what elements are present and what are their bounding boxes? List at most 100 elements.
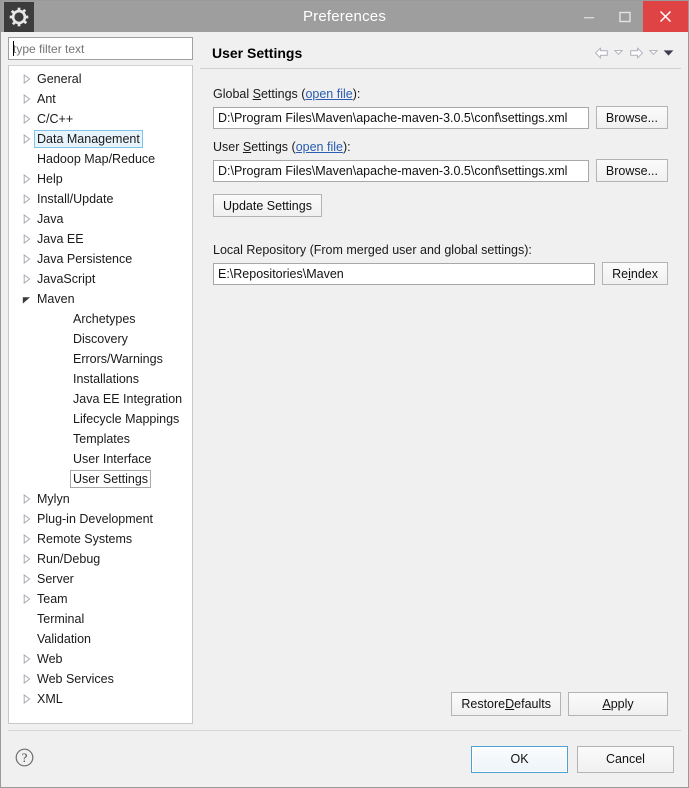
local-repository-input[interactable] [213, 262, 596, 285]
dialog-split: General Ant C/C++ Data Management Hadoop Map… [8, 37, 681, 724]
tree-collapsed-triangle-icon[interactable] [18, 674, 34, 684]
window-controls [571, 1, 688, 32]
tree-collapsed-triangle-icon[interactable] [18, 74, 34, 84]
tree-item-hadoop-map-reduce[interactable]: Hadoop Map/Reduce [9, 149, 192, 169]
page-nav-icons [592, 44, 681, 62]
tree-item-java-ee[interactable]: Java EE [9, 229, 192, 249]
forward-dropdown-chevron-down-icon[interactable] [647, 44, 660, 62]
tree-expanded-triangle-icon[interactable] [18, 295, 34, 304]
user-settings-label-suffix: : [347, 140, 351, 154]
restore-defaults-button[interactable]: Restore Defaults [451, 692, 561, 716]
user-settings-row: Browse... [213, 159, 668, 182]
tree-item-web[interactable]: Web [9, 649, 192, 669]
tree-collapsed-triangle-icon[interactable] [18, 554, 34, 564]
global-settings-open-file-link[interactable]: open file [305, 87, 352, 101]
tree-collapsed-triangle-icon[interactable] [18, 254, 34, 264]
tree-collapsed-triangle-icon[interactable] [18, 694, 34, 704]
tree-collapsed-triangle-icon[interactable] [18, 134, 34, 144]
update-settings-button[interactable]: Update Settings [213, 194, 322, 217]
tree-collapsed-triangle-icon[interactable] [18, 654, 34, 664]
preferences-tree[interactable]: General Ant C/C++ Data Management Hadoop Map… [8, 65, 193, 724]
tree-item-maven[interactable]: Maven [9, 289, 192, 309]
page-action-buttons: Restore Defaults Apply [451, 692, 668, 716]
window-titlebar[interactable]: Preferences [1, 1, 688, 32]
tree-item-errors-warnings[interactable]: Errors/Warnings [9, 349, 192, 369]
tree-item-run-debug[interactable]: Run/Debug [9, 549, 192, 569]
tree-item-archetypes[interactable]: Archetypes [9, 309, 192, 329]
tree-item-java-ee-integration[interactable]: Java EE Integration [9, 389, 192, 409]
global-settings-label-rest: ettings [260, 87, 302, 101]
tree-item-xml[interactable]: XML [9, 689, 192, 709]
tree-item-java[interactable]: Java [9, 209, 192, 229]
tree-item-installations[interactable]: Installations [9, 369, 192, 389]
local-repository-row: Reindex [213, 262, 668, 285]
tree-item-plug-in-development[interactable]: Plug-in Development [9, 509, 192, 529]
tree-item-discovery[interactable]: Discovery [9, 329, 192, 349]
tree-collapsed-triangle-icon[interactable] [18, 274, 34, 284]
tree-item-label: Discovery [73, 332, 128, 346]
tree-item-help[interactable]: Help [9, 169, 192, 189]
tree-item-label: Errors/Warnings [73, 352, 163, 366]
tree-item-remote-systems[interactable]: Remote Systems [9, 529, 192, 549]
tree-item-label: JavaScript [37, 272, 96, 286]
tree-item-install-update[interactable]: Install/Update [9, 189, 192, 209]
apply-rest: pply [610, 697, 634, 711]
forward-arrow-icon[interactable] [627, 44, 645, 62]
close-icon[interactable] [643, 1, 688, 32]
user-settings-input[interactable] [213, 159, 589, 182]
tree-collapsed-triangle-icon[interactable] [18, 234, 34, 244]
tree-item-label: Web [37, 652, 63, 666]
maximize-icon[interactable] [607, 1, 643, 32]
global-settings-label-suffix: : [356, 87, 361, 101]
preferences-page: User Settings Global Settings (open file… [200, 37, 681, 724]
tree-item-web-services[interactable]: Web Services [9, 669, 192, 689]
tree-collapsed-triangle-icon[interactable] [18, 574, 34, 584]
filter-input[interactable] [13, 39, 188, 58]
reindex-button[interactable]: Re i ndex [602, 262, 668, 285]
tree-item-java-persistence[interactable]: Java Persistence [9, 249, 192, 269]
tree-item-label: Remote Systems [37, 532, 133, 546]
tree-item-general[interactable]: General [9, 69, 192, 89]
tree-item-data-management[interactable]: Data Management [9, 129, 192, 149]
minimize-icon[interactable] [571, 1, 607, 32]
tree-collapsed-triangle-icon[interactable] [18, 174, 34, 184]
help-question-icon[interactable]: ? [15, 748, 34, 770]
tree-item-user-settings[interactable]: User Settings [9, 469, 192, 489]
apply-button[interactable]: Apply [568, 692, 668, 716]
tree-collapsed-triangle-icon[interactable] [18, 534, 34, 544]
tree-item-label: Data Management [34, 130, 143, 148]
tree-item-ant[interactable]: Ant [9, 89, 192, 109]
tree-item-label: Plug-in Development [37, 512, 154, 526]
tree-item-templates[interactable]: Templates [9, 429, 192, 449]
tree-collapsed-triangle-icon[interactable] [18, 594, 34, 604]
user-settings-open-file-link[interactable]: open file [296, 140, 343, 154]
ok-button[interactable]: OK [471, 745, 568, 773]
tree-collapsed-triangle-icon[interactable] [18, 514, 34, 524]
tree-item-validation[interactable]: Validation [9, 629, 192, 649]
back-dropdown-chevron-down-icon[interactable] [612, 44, 625, 62]
tree-item-terminal[interactable]: Terminal [9, 609, 192, 629]
apply-mnemonic: A [602, 697, 611, 711]
text-caret [13, 41, 14, 56]
tree-collapsed-triangle-icon[interactable] [18, 114, 34, 124]
tree-collapsed-triangle-icon[interactable] [18, 94, 34, 104]
global-settings-browse-button[interactable]: Browse... [595, 106, 668, 129]
tree-item-team[interactable]: Team [9, 589, 192, 609]
restore-defaults-prefix: Restore [461, 697, 506, 711]
view-menu-icon[interactable] [662, 44, 675, 62]
tree-item-user-interface[interactable]: User Interface [9, 449, 192, 469]
tree-collapsed-triangle-icon[interactable] [18, 194, 34, 204]
tree-item-server[interactable]: Server [9, 569, 192, 589]
back-arrow-icon[interactable] [592, 44, 610, 62]
tree-item-c-c[interactable]: C/C++ [9, 109, 192, 129]
cancel-button[interactable]: Cancel [577, 745, 674, 773]
tree-collapsed-triangle-icon[interactable] [18, 214, 34, 224]
tree-collapsed-triangle-icon[interactable] [18, 494, 34, 504]
tree-item-javascript[interactable]: JavaScript [9, 269, 192, 289]
global-settings-input[interactable] [213, 106, 589, 129]
tree-item-mylyn[interactable]: Mylyn [9, 489, 192, 509]
tree-item-lifecycle-mappings[interactable]: Lifecycle Mappings [9, 409, 192, 429]
tree-item-label: Archetypes [73, 312, 136, 326]
filter-box[interactable] [8, 37, 193, 60]
user-settings-browse-button[interactable]: Browse... [595, 159, 668, 182]
